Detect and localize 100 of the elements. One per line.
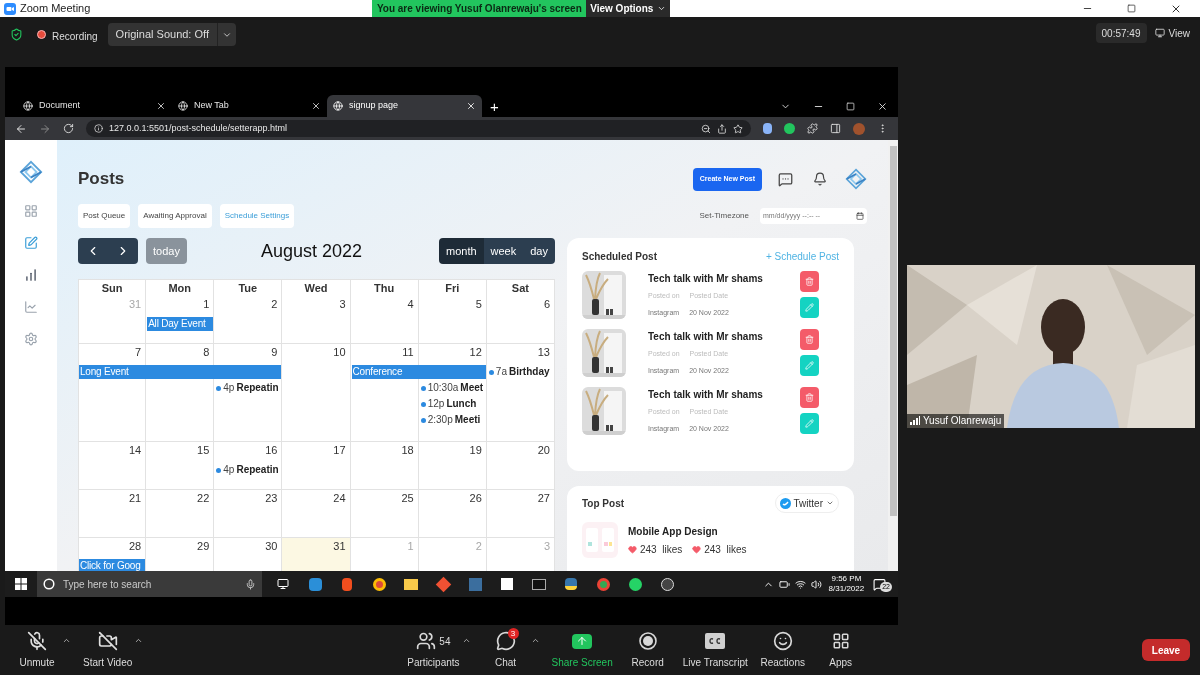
browser-tab[interactable]: New Tab [172, 95, 327, 117]
notifications-icon[interactable] [813, 172, 827, 186]
caret-icon [657, 4, 667, 13]
chat-control[interactable]: 3 Chat [482, 630, 529, 670]
new-tab-button[interactable]: + [490, 99, 499, 114]
globe-icon [333, 101, 343, 111]
calendar-event[interactable]: All Day Event [147, 317, 214, 331]
security-shield-icon[interactable] [10, 28, 23, 41]
day-number: 9 [271, 347, 278, 358]
calendar-icon[interactable] [856, 212, 864, 220]
day-number: 3 [339, 299, 346, 310]
day-number: 2 [271, 299, 278, 310]
settings-icon[interactable] [24, 332, 38, 346]
calendar-event[interactable]: 12p Lunch [418, 399, 487, 409]
card-title: Top Post [582, 496, 625, 511]
heart-icon [692, 544, 702, 554]
record-icon [637, 631, 658, 651]
extension-icon[interactable] [763, 123, 772, 134]
participants-icon [416, 631, 437, 651]
post-tab[interactable]: Awaiting Approval [138, 204, 212, 228]
video-control[interactable]: Start Video [83, 630, 133, 670]
globe-icon [23, 101, 33, 111]
smiley-icon [772, 631, 793, 651]
view-options-button[interactable]: View Options [586, 0, 671, 17]
day-number: 7 [135, 347, 142, 358]
calendar-event[interactable]: 7a Birthday [486, 367, 555, 377]
calendar-event[interactable]: 4p Repeatin [214, 465, 283, 475]
likes-count: 243 likes [704, 542, 747, 557]
view-tab[interactable]: day [523, 238, 555, 264]
close-tab-icon[interactable] [156, 101, 166, 111]
share-screen-icon [572, 633, 593, 649]
apps-control[interactable]: Apps [817, 630, 864, 670]
leave-button[interactable]: Leave [1142, 639, 1190, 661]
network-icon[interactable] [794, 578, 806, 590]
calendar-event[interactable]: 2:30p Meeti [418, 415, 487, 425]
maximize-icon[interactable] [1127, 4, 1136, 13]
record-control[interactable]: Record [624, 630, 671, 670]
caret-icon[interactable] [62, 636, 71, 645]
day-number: 14 [128, 445, 142, 456]
day-number: 6 [543, 299, 550, 310]
clock-date: 8/31/2022 [828, 584, 865, 594]
caret-icon[interactable] [134, 636, 144, 645]
browser-tab[interactable]: Document [17, 95, 172, 117]
address-bar[interactable]: 127.0.0.1:5501/post-schedule/setterapp.html [86, 120, 751, 137]
battery-icon[interactable] [778, 578, 790, 590]
day-number: 22 [197, 493, 210, 504]
trash-icon [805, 335, 814, 344]
calendar-event[interactable]: 4p Repeatin [214, 383, 283, 393]
browser-tab[interactable]: signup page [327, 95, 482, 117]
calendar-event[interactable]: Conference [351, 365, 486, 379]
day-number: 31 [333, 541, 346, 552]
cc-control[interactable]: Live Transcript [682, 630, 748, 670]
caret-icon[interactable] [530, 636, 540, 645]
side-panel-icon[interactable] [830, 123, 841, 134]
reload-icon[interactable] [63, 123, 74, 134]
share-icon[interactable] [717, 123, 727, 134]
meeting-timer: 00:57:49 [1095, 23, 1147, 43]
day-number: 16 [265, 445, 278, 456]
apps-icon [831, 632, 850, 650]
calendar-title: August 2022 [260, 239, 362, 263]
extension-icon[interactable] [784, 123, 795, 134]
view-tab[interactable]: week [483, 238, 524, 264]
calendar-event[interactable]: 10:30a Meet [418, 383, 487, 393]
bar-chart-icon[interactable] [24, 268, 38, 282]
pencil-icon [805, 303, 814, 312]
calendar-event[interactable]: Click for Goog [79, 559, 146, 571]
mic-control[interactable]: Unmute [14, 630, 60, 670]
view-tab[interactable]: month [439, 238, 484, 264]
post-tab[interactable]: Post Queue [78, 204, 131, 228]
share-control[interactable]: Share Screen [551, 630, 613, 670]
close-icon[interactable] [877, 101, 888, 112]
day-number: 15 [197, 445, 210, 456]
day-number: 1 [203, 299, 210, 310]
restore-icon[interactable] [846, 102, 855, 111]
taskbar-search-field[interactable]: Type here to search [37, 571, 262, 597]
bookmark-star-icon[interactable] [733, 123, 743, 134]
zoom-out-icon[interactable] [701, 123, 711, 134]
participants-control[interactable]: 54 Participants [407, 630, 460, 670]
messages-icon[interactable] [778, 171, 793, 187]
view-button[interactable]: View [1154, 23, 1190, 43]
extensions-icon[interactable] [807, 123, 818, 134]
day-number: 2 [475, 541, 482, 552]
reactions-control[interactable]: Reactions [759, 630, 806, 670]
calendar-event[interactable]: Long Event [79, 365, 282, 379]
volume-icon[interactable] [810, 578, 822, 590]
caret-icon[interactable] [461, 636, 471, 645]
close-tab-icon[interactable] [311, 101, 321, 111]
close-tab-icon[interactable] [466, 101, 476, 111]
globe-icon [178, 101, 188, 111]
original-sound-dropdown[interactable]: Original Sound: Off [107, 23, 236, 46]
logo-icon [19, 160, 43, 184]
page-title: Posts [78, 168, 125, 191]
windows-start-icon[interactable] [15, 578, 27, 590]
day-number: 30 [265, 541, 278, 552]
edit-icon[interactable] [24, 236, 38, 250]
caret-icon [826, 499, 834, 507]
back-icon[interactable] [15, 122, 27, 135]
day-number: 19 [469, 445, 482, 456]
video-off-icon [97, 631, 118, 651]
bird-icon [779, 497, 791, 509]
